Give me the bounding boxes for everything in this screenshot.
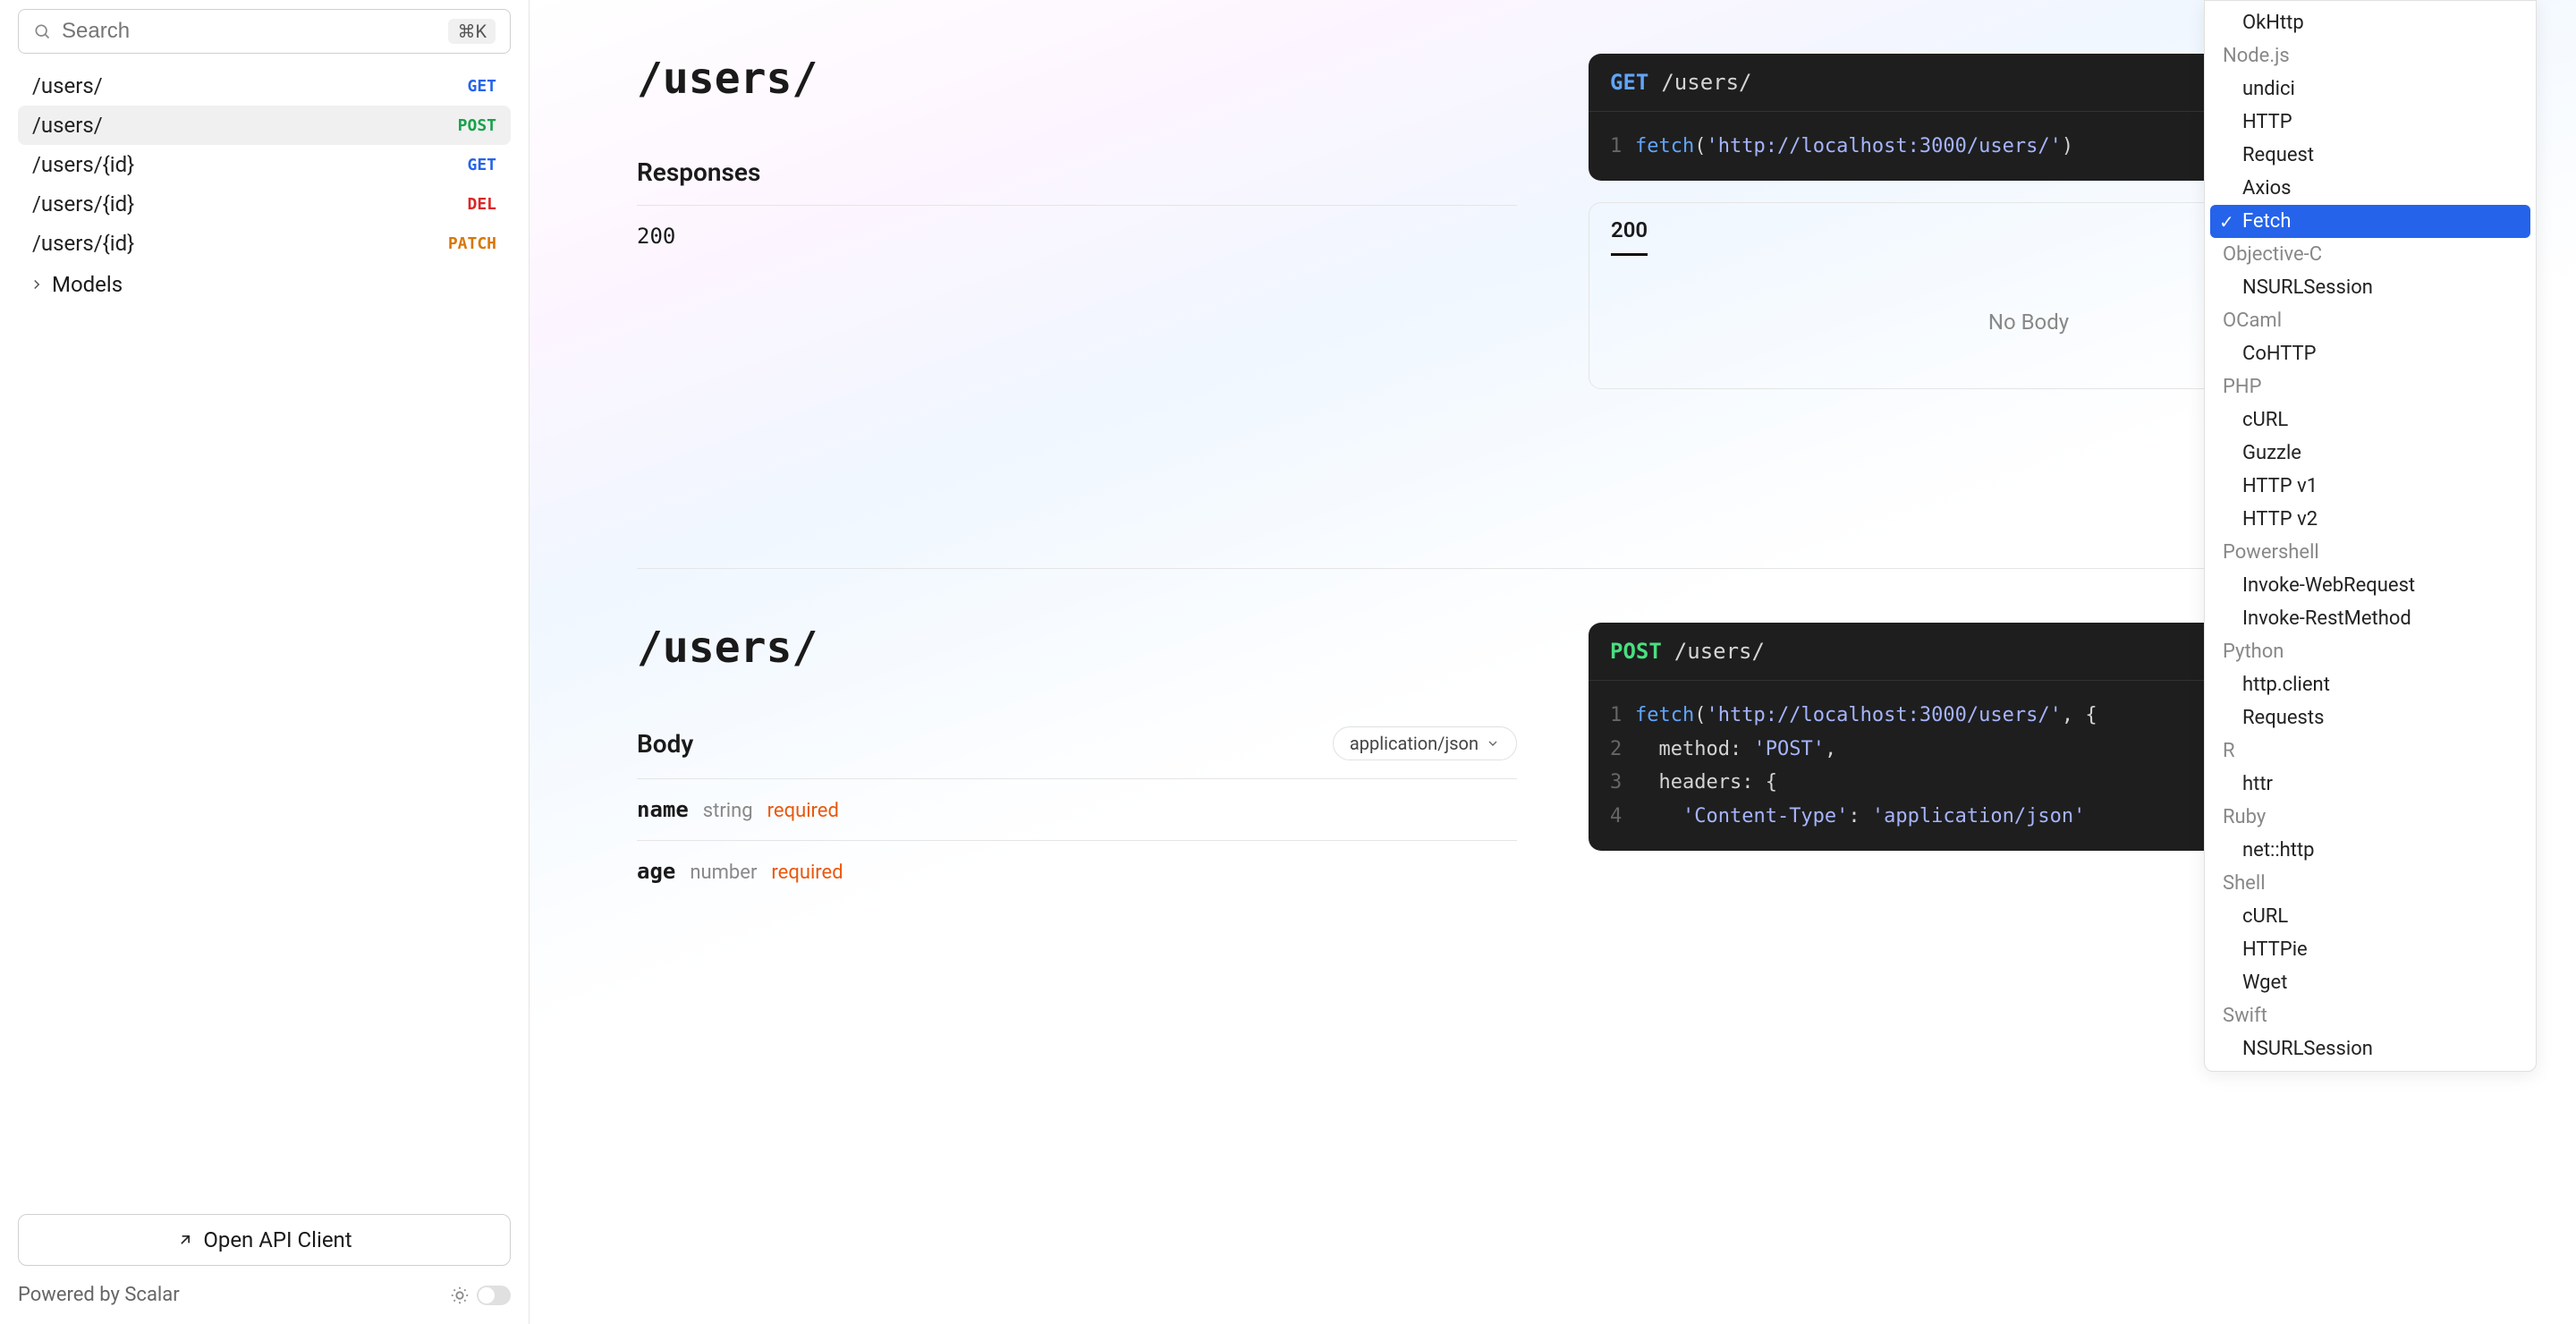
theme-toggle[interactable]	[450, 1286, 511, 1305]
response-status[interactable]: 200	[637, 206, 1517, 267]
dropdown-item[interactable]: Fetch	[2210, 205, 2530, 238]
dropdown-item[interactable]: OkHttp	[2210, 6, 2530, 39]
sidebar-endpoint-item[interactable]: /users/{id} PATCH	[18, 224, 511, 263]
code-path: /users/	[1661, 70, 1751, 95]
dropdown-item[interactable]: CoHTTP	[2210, 337, 2530, 370]
arrow-up-right-icon	[176, 1231, 194, 1249]
language-dropdown[interactable]: OkHttpNode.jsundiciHTTPRequestAxiosFetch…	[2204, 0, 2537, 1072]
param-name: name	[637, 797, 689, 822]
dropdown-item[interactable]: HTTP v2	[2210, 503, 2530, 536]
search-shortcut: ⌘K	[448, 19, 496, 44]
dropdown-item[interactable]: NSURLSession	[2210, 271, 2530, 304]
sidebar-endpoint-item[interactable]: /users/GET	[18, 66, 511, 106]
powered-by-label: Powered by Scalar	[18, 1284, 180, 1306]
dropdown-item[interactable]: http.client	[2210, 668, 2530, 701]
dropdown-group-label: R	[2210, 734, 2530, 768]
dropdown-item[interactable]: Invoke-RestMethod	[2210, 602, 2530, 635]
dropdown-item[interactable]: undici	[2210, 72, 2530, 106]
nav-path: /users/	[32, 73, 103, 98]
dropdown-item[interactable]: net::http	[2210, 834, 2530, 867]
theme-toggle-pill[interactable]	[477, 1286, 511, 1305]
models-label: Models	[52, 272, 123, 297]
response-tab-200[interactable]: 200	[1611, 217, 1648, 256]
open-api-client-label: Open API Client	[203, 1227, 352, 1252]
code-path: /users/	[1674, 639, 1765, 664]
dropdown-item[interactable]: HTTP	[2210, 106, 2530, 139]
nav-path: /users/{id}	[32, 152, 134, 177]
dropdown-item[interactable]: Request	[2210, 139, 2530, 172]
code-method-badge: POST	[1610, 639, 1662, 664]
search-input[interactable]	[62, 19, 437, 44]
responses-heading: Responses	[637, 157, 1517, 187]
sidebar-endpoint-item[interactable]: /users/{id} GET	[18, 145, 511, 184]
dropdown-item[interactable]: HTTP v1	[2210, 470, 2530, 503]
dropdown-item[interactable]: httr	[2210, 768, 2530, 801]
endpoint-title: /users/	[637, 54, 1517, 104]
sidebar-endpoint-item[interactable]: /users/{id} DEL	[18, 184, 511, 224]
sidebar: ⌘K /users/GET/users/POST/users/{id} GET/u…	[0, 0, 530, 1324]
param-type: number	[690, 861, 757, 884]
dropdown-item[interactable]: cURL	[2210, 900, 2530, 933]
search-box[interactable]: ⌘K	[18, 9, 511, 54]
chevron-down-icon	[1486, 736, 1500, 751]
nav-method-badge: DEL	[467, 195, 496, 214]
param-name: age	[637, 859, 675, 884]
dropdown-item[interactable]: Wget	[2210, 966, 2530, 999]
dropdown-group-label: Node.js	[2210, 39, 2530, 72]
dropdown-item[interactable]: HTTPie	[2210, 933, 2530, 966]
param-row: name string required	[637, 778, 1517, 840]
sidebar-models-toggle[interactable]: Models	[18, 263, 511, 306]
dropdown-group-label: Powershell	[2210, 536, 2530, 569]
sidebar-endpoint-item[interactable]: /users/POST	[18, 106, 511, 145]
chevron-right-icon	[29, 276, 45, 293]
dropdown-group-label: Ruby	[2210, 801, 2530, 834]
dropdown-item[interactable]: Invoke-WebRequest	[2210, 569, 2530, 602]
main-content: /users/ Responses 200 GET /users/	[530, 0, 2576, 1324]
dropdown-group-label: PHP	[2210, 370, 2530, 403]
content-type-label: application/json	[1350, 733, 1479, 754]
endpoint-title: /users/	[637, 623, 1517, 673]
dropdown-group-label: OCaml	[2210, 304, 2530, 337]
param-row: age number required	[637, 840, 1517, 902]
dropdown-item[interactable]: Guzzle	[2210, 437, 2530, 470]
dropdown-group-label: Python	[2210, 635, 2530, 668]
body-heading: Body	[637, 729, 693, 759]
dropdown-group-label: Swift	[2210, 999, 2530, 1032]
dropdown-item[interactable]: NSURLSession	[2210, 1032, 2530, 1065]
nav-list: /users/GET/users/POST/users/{id} GET/user…	[0, 63, 529, 1196]
nav-method-badge: GET	[467, 156, 496, 174]
param-type: string	[703, 800, 753, 822]
code-method-badge: GET	[1610, 70, 1648, 95]
nav-method-badge: GET	[467, 77, 496, 96]
dropdown-item[interactable]: Axios	[2210, 172, 2530, 205]
nav-path: /users/{id}	[32, 191, 134, 216]
dropdown-group-label: Objective-C	[2210, 238, 2530, 271]
search-icon	[33, 22, 51, 40]
open-api-client-button[interactable]: Open API Client	[18, 1214, 511, 1266]
nav-method-badge: PATCH	[448, 234, 496, 253]
nav-path: /users/	[32, 113, 103, 138]
dropdown-group-label: Shell	[2210, 867, 2530, 900]
param-required: required	[771, 861, 843, 884]
param-required: required	[767, 800, 839, 822]
content-type-selector[interactable]: application/json	[1333, 726, 1517, 760]
dropdown-item[interactable]: Requests	[2210, 701, 2530, 734]
nav-method-badge: POST	[458, 116, 496, 135]
nav-path: /users/{id}	[32, 231, 134, 256]
sun-icon	[450, 1286, 470, 1305]
dropdown-item[interactable]: cURL	[2210, 403, 2530, 437]
